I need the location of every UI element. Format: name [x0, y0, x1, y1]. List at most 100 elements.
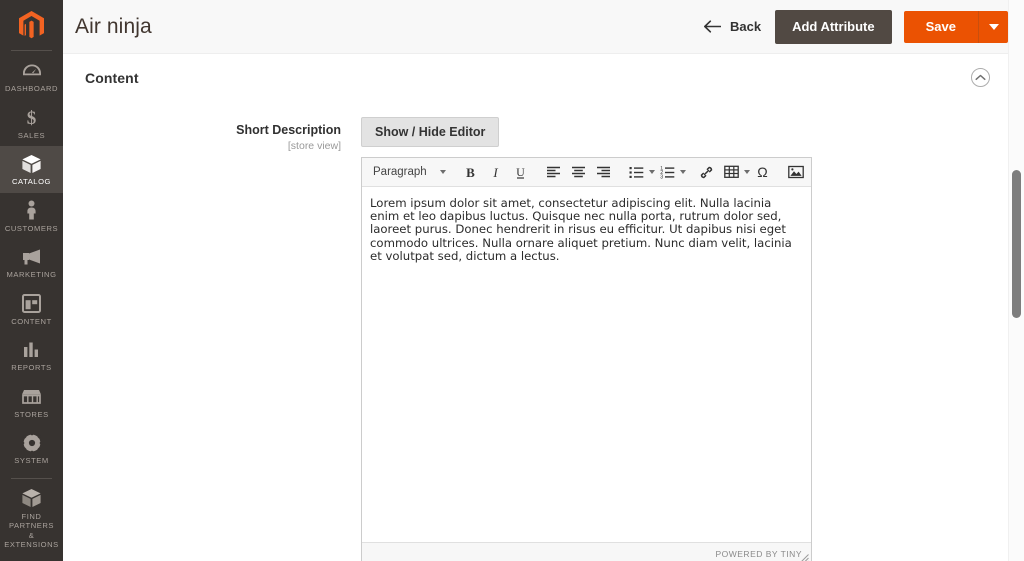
sidebar-divider-bottom	[11, 477, 52, 479]
page-scrollbar-thumb[interactable]	[1012, 170, 1021, 318]
add-attribute-button[interactable]: Add Attribute	[775, 9, 892, 44]
sidebar-item-label: CUSTOMERS	[4, 223, 59, 233]
numbered-list-icon: 1 2 3	[660, 166, 675, 179]
page-title: Air ninja	[75, 14, 152, 38]
tinymce-editor: Paragraph B I U 1 2 3 Ω Lorem ipsum dolo…	[361, 157, 812, 561]
sidebar-item-content[interactable]: CONTENT	[0, 286, 63, 333]
dashboard-gauge-icon	[22, 60, 42, 81]
sidebar-item-label: STORES	[14, 409, 49, 419]
tinymce-toolbar: Paragraph B I U 1 2 3 Ω	[362, 158, 811, 187]
arrow-left-icon	[703, 20, 721, 33]
special-character-icon: Ω	[757, 164, 768, 180]
numbered-list-options-button[interactable]	[680, 161, 686, 184]
sidebar-item-label: MARKETING	[6, 270, 57, 279]
sidebar-item-label: CONTENT	[11, 316, 52, 326]
svg-text:$: $	[27, 108, 37, 128]
field-control-column: Show / Hide Editor Paragraph B I U 1 2 3…	[361, 117, 1024, 561]
italic-icon: I	[492, 165, 498, 179]
table-icon	[724, 165, 739, 178]
sidebar-item-label: CATALOG	[11, 177, 51, 186]
layout-panel-icon	[22, 293, 41, 314]
magento-logo-icon	[19, 11, 44, 39]
svg-text:I: I	[492, 165, 498, 179]
sidebar-item-marketing[interactable]: MARKETING	[0, 239, 63, 286]
insert-table-button[interactable]	[719, 161, 744, 184]
sidebar-item-catalog[interactable]: CATALOG	[0, 146, 63, 193]
save-button[interactable]: Save	[903, 10, 978, 43]
sidebar-item-stores[interactable]: STORES	[0, 379, 63, 426]
tinymce-status-bar: POWERED BY TINY	[362, 542, 811, 561]
sidebar-item-customers[interactable]: CUSTOMERS	[0, 193, 63, 240]
content-section-header: Content	[63, 54, 1024, 99]
short-description-label: Short Description	[236, 123, 341, 137]
insert-image-button[interactable]	[783, 161, 808, 184]
underline-button[interactable]: U	[508, 161, 533, 184]
bold-icon: B	[466, 165, 475, 179]
main-column: Air ninja Back Add Attribute Save Conten…	[63, 0, 1024, 561]
person-icon	[25, 200, 38, 221]
show-hide-editor-button[interactable]: Show / Hide Editor	[361, 117, 500, 147]
header-actions: Back Add Attribute Save	[702, 9, 1008, 44]
bold-button[interactable]: B	[458, 161, 483, 184]
chevron-down-icon	[440, 170, 446, 174]
bar-chart-icon	[22, 339, 41, 360]
insert-link-button[interactable]	[694, 161, 719, 184]
svg-text:B: B	[466, 165, 475, 179]
sidebar-divider-top	[11, 50, 52, 51]
sidebar-item-label: SYSTEM	[14, 456, 49, 465]
special-character-button[interactable]: Ω	[750, 161, 775, 184]
sidebar-item-find-partners-extensions[interactable]: FIND PARTNERS & EXTENSIONS	[0, 481, 63, 556]
back-button[interactable]: Back	[702, 15, 763, 38]
insert-image-icon	[787, 165, 804, 179]
short-description-text: Lorem ipsum dolor sit amet, consectetur …	[370, 196, 792, 263]
sidebar-item-system[interactable]: SYSTEM	[0, 425, 63, 472]
sidebar-item-sales[interactable]: $ SALES	[0, 100, 63, 147]
section-collapse-button[interactable]	[971, 68, 990, 87]
chevron-up-circle-icon	[975, 74, 986, 81]
format-select[interactable]: Paragraph	[366, 161, 450, 184]
align-center-icon	[572, 166, 585, 177]
sidebar-item-dashboard[interactable]: DASHBOARD	[0, 53, 63, 100]
sidebar-item-label: SALES	[17, 130, 46, 140]
sidebar-item-label: REPORTS	[11, 363, 52, 372]
chevron-down-icon	[680, 170, 686, 174]
box-icon	[21, 153, 42, 174]
align-center-button[interactable]	[566, 161, 591, 184]
tinymce-brand-label: POWERED BY TINY	[715, 548, 802, 559]
align-right-icon	[597, 166, 610, 177]
save-options-dropdown-button[interactable]	[978, 10, 1008, 43]
svg-text:3: 3	[660, 174, 663, 179]
storefront-icon	[21, 386, 42, 407]
align-left-icon	[547, 166, 560, 177]
page-scrollbar-track[interactable]	[1008, 0, 1024, 561]
italic-button[interactable]: I	[483, 161, 508, 184]
back-button-label: Back	[729, 19, 762, 34]
megaphone-icon	[21, 246, 42, 267]
content-body: Content Short Description [store view] S…	[63, 54, 1024, 561]
tinymce-content-area[interactable]: Lorem ipsum dolor sit amet, consectetur …	[362, 187, 811, 542]
align-left-button[interactable]	[541, 161, 566, 184]
sidebar-item-reports[interactable]: REPORTS	[0, 332, 63, 379]
link-icon	[700, 166, 713, 178]
underline-icon: U	[516, 165, 525, 179]
bullet-list-button[interactable]	[624, 161, 649, 184]
field-scope-label: [store view]	[287, 140, 341, 152]
page-header: Air ninja Back Add Attribute Save	[63, 0, 1024, 54]
section-title: Content	[85, 69, 139, 86]
sidebar-item-label: DASHBOARD	[4, 84, 59, 93]
chevron-down-icon	[988, 23, 999, 30]
magento-admin-page: DASHBOARD $ SALES CATALOG CUSTOMERS MARK…	[0, 0, 1024, 561]
admin-sidebar: DASHBOARD $ SALES CATALOG CUSTOMERS MARK…	[0, 0, 63, 561]
numbered-list-button[interactable]: 1 2 3	[655, 161, 680, 184]
gear-icon	[21, 432, 42, 453]
svg-text:U: U	[516, 165, 525, 179]
short-description-field-row: Short Description [store view] Show / Hi…	[63, 99, 1024, 561]
box-icon	[21, 488, 42, 509]
align-right-button[interactable]	[591, 161, 616, 184]
editor-resize-handle[interactable]	[800, 554, 809, 561]
field-label-column: Short Description [store view]	[63, 117, 361, 152]
sidebar-item-label: FIND PARTNERS & EXTENSIONS	[4, 511, 59, 550]
format-select-value: Paragraph	[373, 166, 427, 178]
magento-logo[interactable]	[0, 0, 63, 46]
bullet-list-icon	[629, 166, 644, 178]
